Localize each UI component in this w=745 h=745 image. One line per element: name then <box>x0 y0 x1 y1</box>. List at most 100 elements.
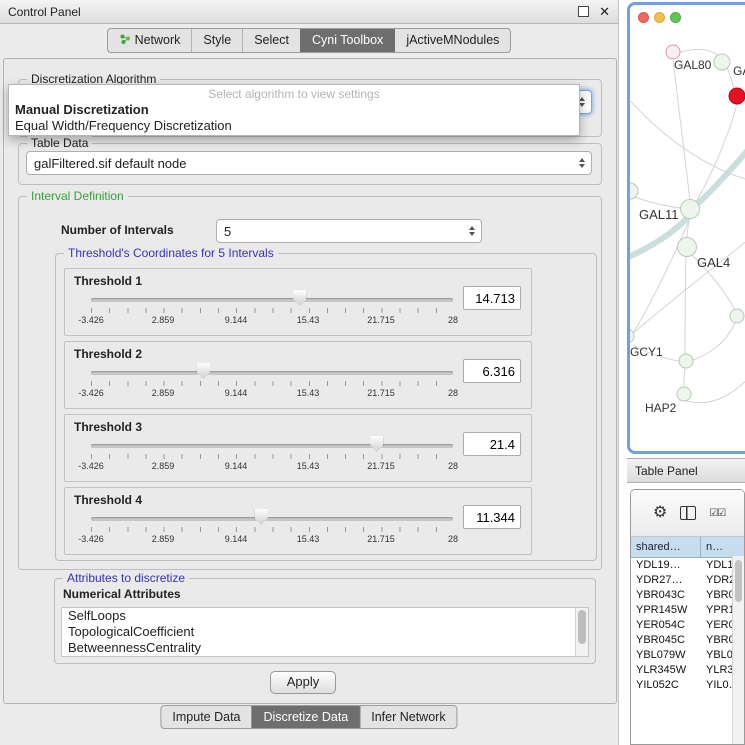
thresholds-group: Threshold's Coordinates for 5 Intervals … <box>55 253 597 561</box>
network-node[interactable] <box>681 200 700 219</box>
panel-title: Control Panel <box>8 5 81 19</box>
table-row[interactable]: YDR27…YDR2… <box>631 573 744 588</box>
table-row[interactable]: YBR043CYBR0… <box>631 588 744 603</box>
slider-track[interactable] <box>91 371 453 375</box>
slider-scale: -3.426 2.859 9.144 15.43 21.715 28 <box>65 534 531 546</box>
scale-label: 2.859 <box>152 461 175 471</box>
table-row[interactable]: YER054CYER0… <box>631 618 744 633</box>
table-panel: ⚙ ☑☑ shared… n… YDL19…YDL1… YDR27…YDR2… … <box>630 489 745 745</box>
stepper-icon <box>579 158 585 168</box>
table-body: YDL19…YDL1… YDR27…YDR2… YBR043CYBR0… YPR… <box>631 558 744 693</box>
tab-impute-data[interactable]: Impute Data <box>161 706 251 728</box>
scale-label: 28 <box>448 315 458 325</box>
close-window-button[interactable] <box>638 12 649 23</box>
select-rows-icon[interactable]: ☑☑ <box>709 508 725 519</box>
network-node[interactable] <box>677 387 691 401</box>
scale-label: 2.859 <box>152 534 175 544</box>
network-node[interactable] <box>630 329 634 343</box>
bottom-tab-group: Impute Data Discretize Data Infer Networ… <box>160 705 457 729</box>
threshold-value-field[interactable] <box>463 286 521 310</box>
scale-label: 9.144 <box>225 461 248 471</box>
attributes-group-title: Attributes to discretize <box>63 571 189 585</box>
table-panel-titlebar: Table Panel <box>627 458 745 483</box>
network-canvas[interactable]: GAL80 GA GAL11 GAL4 GCY1 HAP2 <box>630 5 745 451</box>
scale-label: 21.715 <box>367 461 395 471</box>
list-item[interactable]: SelfLoops <box>62 608 588 624</box>
column-header-shared-name[interactable]: shared… <box>631 537 701 557</box>
network-node[interactable] <box>666 45 680 59</box>
control-panel-titlebar: Control Panel ✕ <box>0 0 618 24</box>
list-item[interactable]: BetweennessCentrality <box>62 640 588 656</box>
node-label: GAL4 <box>697 255 730 270</box>
list-item[interactable]: TopologicalCoefficient <box>62 624 588 640</box>
tab-network[interactable]: Network <box>108 29 192 52</box>
columns-icon[interactable] <box>680 506 696 520</box>
table-scrollbar[interactable] <box>732 556 744 744</box>
close-icon[interactable]: ✕ <box>599 5 610 18</box>
zoom-window-button[interactable] <box>670 12 681 23</box>
threshold-value-field[interactable] <box>463 359 521 383</box>
network-node[interactable] <box>730 309 744 323</box>
scale-label: 9.144 <box>225 388 248 398</box>
scale-label: 28 <box>448 534 458 544</box>
scrollbar-thumb[interactable] <box>735 560 742 602</box>
scale-label: -3.426 <box>78 534 104 544</box>
scale-label: -3.426 <box>78 388 104 398</box>
threshold-value-field[interactable] <box>463 432 521 456</box>
slider-track[interactable] <box>91 444 453 448</box>
table-toolbar: ⚙ ☑☑ <box>631 490 744 537</box>
table-data-group: Table Data galFiltered.sif default node <box>18 143 602 185</box>
slider-thumb[interactable] <box>197 363 210 379</box>
num-intervals-combo[interactable]: 5 <box>216 219 482 243</box>
tab-cyni-toolbox[interactable]: Cyni Toolbox <box>300 29 394 52</box>
table-row[interactable]: YLR345WYLR3… <box>631 663 744 678</box>
network-view-window[interactable]: GAL80 GA GAL11 GAL4 GCY1 HAP2 <box>627 2 745 454</box>
slider-thumb[interactable] <box>255 509 268 525</box>
column-header-name[interactable]: n… <box>701 537 744 557</box>
table-data-combo[interactable]: galFiltered.sif default node <box>26 151 592 175</box>
table-row[interactable]: YDL19…YDL1… <box>631 558 744 573</box>
table-row[interactable]: YPR145WYPR1… <box>631 603 744 618</box>
network-node-selected[interactable] <box>729 88 745 104</box>
scale-label: -3.426 <box>78 461 104 471</box>
apply-button[interactable]: Apply <box>270 671 336 694</box>
scale-label: 9.144 <box>225 534 248 544</box>
control-panel: Control Panel ✕ Network Style Select Cyn… <box>0 0 619 745</box>
table-row[interactable]: YBL079WYBL0… <box>631 648 744 663</box>
num-intervals-label: Number of Intervals <box>61 223 174 237</box>
scale-label: 2.859 <box>152 315 175 325</box>
minimize-window-button[interactable] <box>654 12 665 23</box>
network-node[interactable] <box>630 183 638 199</box>
tab-style[interactable]: Style <box>191 29 242 52</box>
tab-select[interactable]: Select <box>242 29 300 52</box>
slider-ticks <box>91 527 454 532</box>
table-row[interactable]: YBR045CYBR0… <box>631 633 744 648</box>
slider-thumb[interactable] <box>370 436 383 452</box>
slider-track[interactable] <box>91 517 453 521</box>
top-tab-group: Network Style Select Cyni Toolbox jActiv… <box>107 28 512 53</box>
threshold-label: Threshold 4 <box>74 493 142 507</box>
network-node[interactable] <box>679 354 693 368</box>
dropdown-option-equal-width[interactable]: Equal Width/Frequency Discretization <box>9 118 579 134</box>
threshold-panel-2: Threshold 2 -3.426 2.859 9.144 15.43 21.… <box>64 341 532 409</box>
table-row[interactable]: YIL052CYIL0… <box>631 678 744 693</box>
threshold-value-field[interactable] <box>463 505 521 529</box>
slider-thumb[interactable] <box>293 290 306 306</box>
dropdown-option-manual[interactable]: Manual Discretization <box>9 102 579 118</box>
scrollbar-thumb[interactable] <box>578 610 586 644</box>
table-data-title: Table Data <box>27 136 92 150</box>
float-window-icon[interactable] <box>578 6 589 17</box>
network-node[interactable] <box>714 54 730 70</box>
attributes-scrollbar[interactable] <box>575 608 588 656</box>
thresholds-group-title: Threshold's Coordinates for 5 Intervals <box>64 246 278 260</box>
slider-track[interactable] <box>91 298 453 302</box>
table-panel-title: Table Panel <box>635 464 698 478</box>
threshold-panel-1: Threshold 1 -3.426 2.859 9.144 15.43 21.… <box>64 268 532 336</box>
tab-infer-network[interactable]: Infer Network <box>359 706 456 728</box>
scale-label: 28 <box>448 461 458 471</box>
tab-discretize-data[interactable]: Discretize Data <box>252 706 360 728</box>
network-node[interactable] <box>678 238 697 257</box>
gear-icon[interactable]: ⚙ <box>653 505 667 521</box>
top-tabrow: Network Style Select Cyni Toolbox jActiv… <box>0 24 618 56</box>
tab-jactivemnodules[interactable]: jActiveMNodules <box>394 29 510 52</box>
